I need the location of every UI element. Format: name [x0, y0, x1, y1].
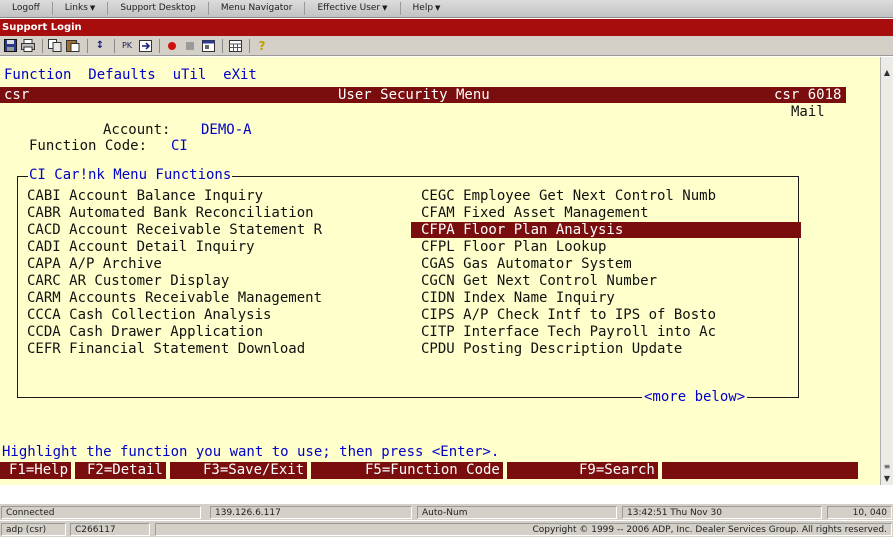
- list-item[interactable]: CFPL Floor Plan Lookup: [411, 239, 801, 255]
- function-list-title: CI Car!nk Menu Functions: [28, 167, 233, 183]
- menu-links-label: Links: [64, 3, 88, 13]
- screen-title: User Security Menu: [338, 87, 490, 103]
- list-item-selected[interactable]: CFPA Floor Plan Analysis: [411, 222, 801, 238]
- list-item[interactable]: CADI Account Detail Inquiry: [27, 239, 413, 255]
- cursor-position: 10, 040: [827, 506, 892, 519]
- stop-icon[interactable]: [182, 38, 198, 54]
- user-id: adp (csr): [1, 523, 66, 536]
- copyright-text: Copyright © 1999 -- 2006 ADP, Inc. Deale…: [155, 523, 892, 536]
- pk-label: PK: [121, 41, 133, 50]
- scroll-grip-icon[interactable]: ≡: [881, 461, 893, 473]
- menu-support-desktop[interactable]: Support Desktop: [108, 2, 209, 15]
- menu-menu-navigator-label: Menu Navigator: [220, 3, 293, 13]
- paste-icon[interactable]: [65, 38, 81, 54]
- list-item[interactable]: CGCN Get Next Control Number: [411, 273, 801, 289]
- toolbar-separator: [159, 38, 160, 53]
- terminal-screen[interactable]: Function Defaults uTil eXit csr User Sec…: [0, 57, 880, 485]
- input-mode: Auto-Num: [417, 506, 617, 519]
- chevron-down-icon: ▼: [435, 4, 441, 12]
- date-time: 13:42:51 Thu Nov 30: [622, 506, 822, 519]
- status-bar: Connected 139.126.6.117 Auto-Num 13:42:5…: [0, 503, 893, 520]
- toolbar-separator: [249, 38, 250, 53]
- connection-status: Connected: [1, 506, 201, 519]
- function-code-field[interactable]: CI: [171, 138, 188, 154]
- account-label: Account:: [103, 122, 171, 138]
- vertical-scrollbar[interactable]: ▲ ≡ ▼: [880, 57, 893, 485]
- print-icon[interactable]: [20, 38, 36, 54]
- f3-save-exit-key[interactable]: F3=Save/Exit: [200, 462, 312, 479]
- list-item[interactable]: CARM Accounts Receivable Management: [27, 290, 413, 306]
- save-icon[interactable]: [2, 38, 18, 54]
- menu-menu-navigator[interactable]: Menu Navigator: [209, 2, 306, 15]
- list-item[interactable]: CGAS Gas Automator System: [411, 256, 801, 272]
- list-item[interactable]: CIPS A/P Check Intf to IPS of Bosto: [411, 307, 801, 323]
- list-item[interactable]: CFAM Fixed Asset Management: [411, 205, 801, 221]
- menu-help-label: Help: [412, 3, 434, 13]
- list-item[interactable]: CACD Account Receivable Statement R: [27, 222, 413, 238]
- menu-support-desktop-label: Support Desktop: [120, 3, 196, 13]
- scroll-down-icon[interactable]: ▼: [881, 473, 893, 485]
- account-value: DEMO-A: [201, 122, 252, 138]
- calendar-icon[interactable]: [227, 38, 243, 54]
- menu-help[interactable]: Help ▼: [401, 2, 453, 15]
- list-item[interactable]: CIDN Index Name Inquiry: [411, 290, 801, 306]
- menu-logoff-label: Logoff: [12, 3, 40, 13]
- f1-help-key[interactable]: F1=Help: [6, 462, 76, 479]
- function-key-bar: F1=Help F2=Detail F3=Save/Exit F5=Functi…: [0, 462, 858, 479]
- top-menu-bar: Logoff Links ▼ Support Desktop Menu Navig…: [0, 0, 893, 18]
- f5-function-code-key[interactable]: F5=Function Code: [362, 462, 507, 479]
- screen-header-bar: csr User Security Menu csr 6018: [0, 87, 846, 103]
- function-menu[interactable]: Function Defaults uTil eXit: [4, 67, 257, 83]
- scroll-up-icon[interactable]: ▲: [881, 67, 893, 79]
- copy-icon[interactable]: [47, 38, 63, 54]
- menu-links[interactable]: Links ▼: [53, 2, 109, 15]
- chevron-down-icon: ▼: [382, 4, 388, 12]
- menu-effective-user[interactable]: Effective User ▼: [305, 2, 401, 15]
- footer-bar: adp (csr) C266117 Copyright © 1999 -- 20…: [0, 520, 893, 537]
- list-item[interactable]: CPDU Posting Description Update: [411, 341, 801, 357]
- function-code-label: Function Code:: [29, 138, 148, 154]
- ip-address: 139.126.6.117: [210, 506, 412, 519]
- export-icon[interactable]: [137, 38, 153, 54]
- f9-search-key[interactable]: F9=Search: [576, 462, 662, 479]
- list-item[interactable]: CABI Account Balance Inquiry: [27, 188, 413, 204]
- header-right: csr 6018: [774, 87, 842, 103]
- list-item[interactable]: CABR Automated Bank Reconciliation: [27, 205, 413, 221]
- list-item[interactable]: CAPA A/P Archive: [27, 256, 413, 272]
- window-title: Support Login: [2, 22, 82, 33]
- record-icon[interactable]: [164, 38, 180, 54]
- instruction-text: Highlight the function you want to use; …: [2, 444, 500, 460]
- pk-icon[interactable]: PK: [119, 38, 135, 54]
- more-below-indicator: <more below>: [642, 389, 748, 405]
- list-item[interactable]: CEGC Employee Get Next Control Numb: [411, 188, 801, 204]
- chevron-down-icon: ▼: [89, 4, 96, 12]
- toolbar-separator: [114, 38, 115, 53]
- menu-logoff[interactable]: Logoff: [0, 2, 53, 15]
- header-left: csr: [4, 87, 30, 103]
- window-icon[interactable]: [200, 38, 216, 54]
- f2-detail-key[interactable]: F2=Detail: [84, 462, 170, 479]
- sort-icon[interactable]: ↕: [92, 38, 108, 54]
- list-item[interactable]: CEFR Financial Statement Download: [27, 341, 413, 357]
- toolbar-separator: [42, 38, 43, 53]
- menu-effective-user-label: Effective User: [317, 3, 381, 13]
- toolbar: ↕ PK ?: [0, 36, 893, 56]
- session-id: C266117: [70, 523, 150, 536]
- list-item[interactable]: CCCA Cash Collection Analysis: [27, 307, 413, 323]
- list-item[interactable]: CCDA Cash Drawer Application: [27, 324, 413, 340]
- list-item[interactable]: CARC AR Customer Display: [27, 273, 413, 289]
- window-title-bar: Support Login: [0, 19, 893, 36]
- mail-indicator: Mail: [791, 104, 825, 120]
- toolbar-separator: [222, 38, 223, 53]
- list-item[interactable]: CITP Interface Tech Payroll into Ac: [411, 324, 801, 340]
- toolbar-separator: [87, 38, 88, 53]
- help-icon[interactable]: ?: [254, 38, 270, 54]
